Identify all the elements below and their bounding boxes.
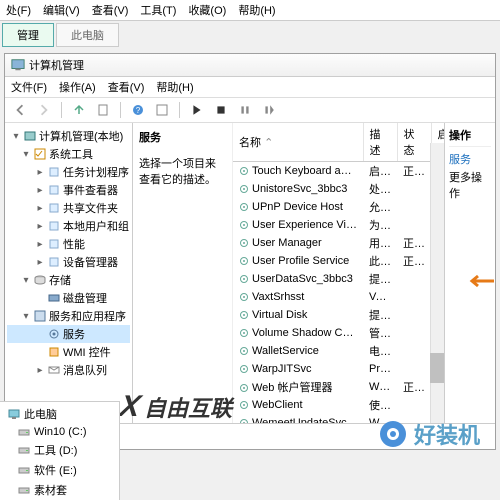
explorer-sidebar: 此电脑 Win10 (C:)工具 (D:)软件 (E:)素材套 <box>0 401 120 500</box>
tree-systools[interactable]: ▾系统工具 <box>7 145 130 163</box>
menu-item[interactable]: 操作(A) <box>59 79 96 95</box>
table-row[interactable]: User Profile Service此服...正在...自动本 <box>233 252 444 270</box>
mmc-window: 计算机管理 文件(F) 操作(A) 查看(V) 帮助(H) ? ▾计算机管理(本… <box>4 53 496 450</box>
menu-item[interactable]: 帮助(H) <box>156 79 193 95</box>
stop-button[interactable] <box>212 101 230 119</box>
table-row[interactable]: WebClient使基...手动(触发...本 <box>233 396 444 414</box>
tree-root[interactable]: ▾计算机管理(本地) <box>7 127 130 145</box>
tab-thispc[interactable]: 此电脑 <box>56 23 119 47</box>
app-menubar: 处(F) 编辑(V) 查看(V) 工具(T) 收藏(O) 帮助(H) <box>0 0 500 21</box>
drive-item[interactable]: Win10 (C:) <box>0 424 119 440</box>
menu-item[interactable]: 查看(V) <box>108 79 145 95</box>
drive-item[interactable]: 素材套 <box>0 480 119 500</box>
actions-group: 服务 <box>449 151 491 167</box>
table-row[interactable]: WemeetUpdateSvcWe...手动本 <box>233 414 444 423</box>
table-row[interactable]: UPnP Device Host允许...禁用本 <box>233 198 444 216</box>
svg-text:?: ? <box>136 106 141 115</box>
table-row[interactable]: VaxtSrhsstVaxt...手动本 <box>233 288 444 306</box>
forward-button[interactable] <box>35 101 53 119</box>
col-desc[interactable]: 描述 <box>363 123 397 162</box>
tab-manage[interactable]: 管理 <box>2 23 54 47</box>
tree-pane[interactable]: ▾计算机管理(本地) ▾系统工具 ▸任务计划程序▸事件查看器▸共享文件夹▸本地用… <box>5 123 133 423</box>
menu-item[interactable]: 工具(T) <box>140 2 176 18</box>
menu-item[interactable]: 帮助(H) <box>238 2 275 18</box>
tree-msgqueue[interactable]: ▸消息队列 <box>7 361 130 379</box>
tree-wmi[interactable]: WMI 控件 <box>7 343 130 361</box>
titlebar: 计算机管理 <box>5 54 495 77</box>
tree-item[interactable]: ▸事件查看器 <box>7 181 130 199</box>
top-tabstrip: 管理 此电脑 <box>0 23 500 47</box>
menu-item[interactable]: 查看(V) <box>92 2 129 18</box>
mmc-icon <box>11 58 25 72</box>
service-list[interactable]: 名称 ⌃ 描述 状态 启动类型 登 Touch Keyboard and Ha.… <box>233 123 444 423</box>
tree-item[interactable]: ▸性能 <box>7 235 130 253</box>
help-button[interactable]: ? <box>129 101 147 119</box>
restart-button[interactable] <box>260 101 278 119</box>
table-row[interactable]: Touch Keyboard and Ha...启用...正在...手动(触发.… <box>233 162 444 181</box>
refresh-button[interactable] <box>153 101 171 119</box>
services-header: 服务 <box>139 129 226 145</box>
table-row[interactable]: Web 帐户管理器Web...正在...手动本 <box>233 378 444 396</box>
actions-header: 操作 <box>449 127 491 147</box>
tree-services-apps[interactable]: ▾服务和应用程序 <box>7 307 130 325</box>
col-name[interactable]: 名称 ⌃ <box>233 123 363 162</box>
table-row[interactable]: Virtual Disk提供...手动本 <box>233 306 444 324</box>
menu-item[interactable]: 文件(F) <box>11 79 47 95</box>
description-panel: 服务 选择一个项目来查看它的描述。 <box>133 123 233 423</box>
tree-diskmgmt[interactable]: 磁盘管理 <box>7 289 130 307</box>
table-row[interactable]: UserDataSvc_3bbc3提供...禁用本 <box>233 270 444 288</box>
menu-item[interactable]: 收藏(O) <box>188 2 226 18</box>
tree-item[interactable]: ▸任务计划程序 <box>7 163 130 181</box>
menu-item[interactable]: 编辑(V) <box>43 2 80 18</box>
toolbar: ? <box>5 98 495 123</box>
back-button[interactable] <box>11 101 29 119</box>
tree-item[interactable]: ▸设备管理器 <box>7 253 130 271</box>
table-row[interactable]: User Experience Virtualiz...为应...禁用本 <box>233 216 444 234</box>
more-actions[interactable]: 更多操作 <box>449 169 491 201</box>
table-row[interactable]: WalletService电子...手动本 <box>233 342 444 360</box>
drive-item[interactable]: 软件 (E:) <box>0 460 119 480</box>
tree-item[interactable]: ▸本地用户和组 <box>7 217 130 235</box>
mmc-menubar: 文件(F) 操作(A) 查看(V) 帮助(H) <box>5 77 495 98</box>
up-button[interactable] <box>70 101 88 119</box>
instruction-text: 选择一个项目来查看它的描述。 <box>139 155 226 187</box>
table-row[interactable]: User Manager用户...正在...自动(触发...本 <box>233 234 444 252</box>
arrow-indicator <box>466 273 496 292</box>
drive-item[interactable]: 工具 (D:) <box>0 440 119 460</box>
tree-item[interactable]: ▸共享文件夹 <box>7 199 130 217</box>
properties-button[interactable] <box>94 101 112 119</box>
menu-item[interactable]: 处(F) <box>6 2 31 18</box>
scrollbar-thumb[interactable] <box>430 353 444 383</box>
col-status[interactable]: 状态 <box>397 123 431 162</box>
table-row[interactable]: Volume Shadow Copy管理...手动本 <box>233 324 444 342</box>
play-button[interactable] <box>188 101 206 119</box>
explorer-thispc[interactable]: 此电脑 <box>0 404 119 424</box>
table-row[interactable]: UnistoreSvc_3bbc3处理...手动本 <box>233 180 444 198</box>
center-pane: 服务 选择一个项目来查看它的描述。 名称 ⌃ 描述 状态 启动类型 登 Touc… <box>133 123 445 423</box>
window-title: 计算机管理 <box>29 57 84 73</box>
tree-storage[interactable]: ▾存储 <box>7 271 130 289</box>
table-row[interactable]: WarpJITSvcProv...手动(触发...本 <box>233 360 444 378</box>
pause-button[interactable] <box>236 101 254 119</box>
tree-services[interactable]: 服务 <box>7 325 130 343</box>
